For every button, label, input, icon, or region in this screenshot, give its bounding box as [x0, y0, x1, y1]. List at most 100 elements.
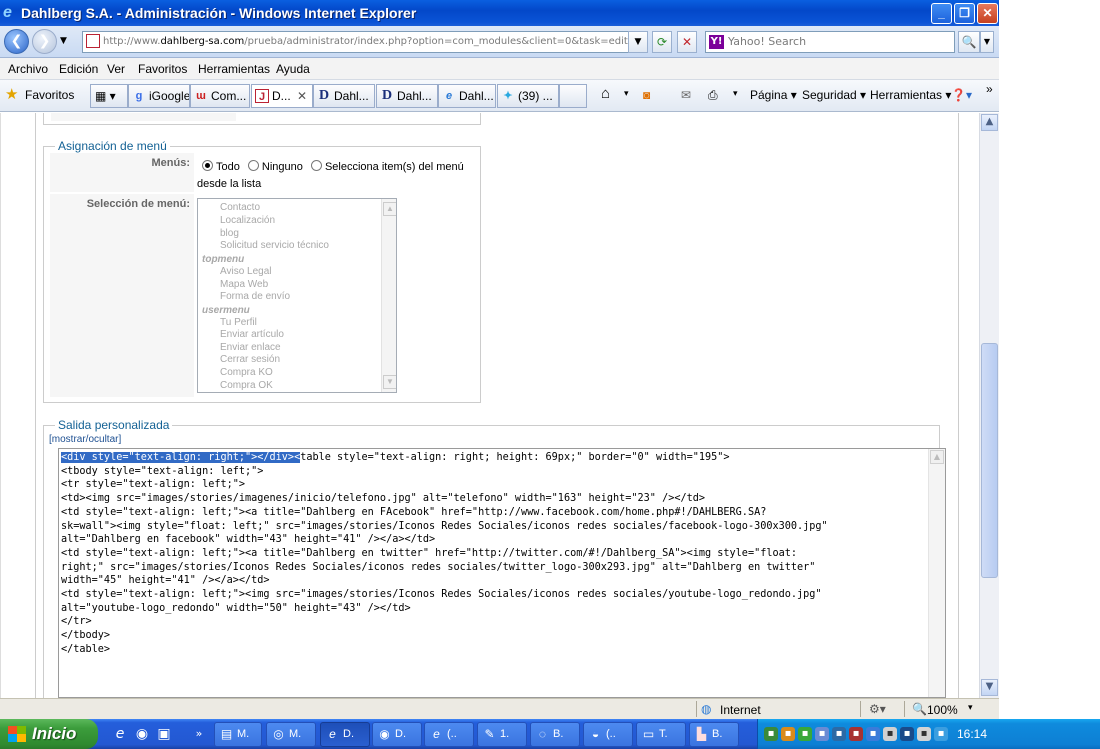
help-icon[interactable]: ❓▾ [951, 88, 972, 102]
home-dropdown-icon[interactable]: ▾ [624, 88, 629, 99]
tray-icon[interactable]: ▪ [917, 727, 931, 741]
list-item[interactable]: Compra OK [220, 380, 273, 391]
scroll-up-icon[interactable]: ▲ [383, 202, 396, 216]
tab-twitter[interactable]: ✦ (39) ... [497, 84, 559, 108]
list-item[interactable]: Forma de envío [220, 291, 290, 302]
tray-icon[interactable]: ▪ [815, 727, 829, 741]
tray-icon[interactable]: ▪ [764, 727, 778, 741]
tab-com[interactable]: ɯ Com... [190, 84, 250, 108]
task-button[interactable]: ◉ D. [372, 722, 422, 747]
tray-icon[interactable]: ▪ [866, 727, 880, 741]
address-dropdown-button[interactable]: ▼ [628, 31, 648, 53]
menu-ver[interactable]: Ver [107, 62, 125, 76]
close-tab-icon[interactable]: ✕ [297, 85, 307, 107]
print-dropdown-icon[interactable]: ▾ [733, 88, 738, 99]
menu-favoritos[interactable]: Favoritos [138, 62, 187, 76]
favorites-star-icon[interactable]: ★ [5, 87, 18, 102]
radio-select[interactable]: Selecciona item(s) del menú [310, 160, 464, 173]
address-input[interactable]: http://www.dahlberg-sa.com/prueba/admini… [82, 31, 646, 53]
list-item[interactable]: Contacto [220, 202, 260, 213]
quicklaunch-more-icon[interactable]: » [190, 725, 208, 743]
tray-icon[interactable]: ▪ [781, 727, 795, 741]
quick-tabs-button[interactable]: ▦ ▾ [90, 84, 128, 108]
search-options-icon[interactable]: ▼ [980, 31, 994, 53]
list-item[interactable]: Enviar enlace [220, 342, 281, 353]
tray-icon[interactable]: ▪ [849, 727, 863, 741]
list-item[interactable]: Enviar artículo [220, 329, 284, 340]
show-hide-toggle[interactable]: [mostrar/ocultar] [49, 434, 121, 445]
menu-archivo[interactable]: Archivo [8, 62, 48, 76]
task-button[interactable]: ◎ M. [266, 722, 316, 747]
scroll-up-icon[interactable]: ▲ [981, 114, 998, 131]
cmd-herramientas[interactable]: Herramientas ▾ [870, 88, 951, 102]
task-button[interactable]: ◌ B. [530, 722, 580, 747]
list-item[interactable]: Compra KO [220, 367, 273, 378]
print-icon[interactable]: ⎙ [708, 88, 718, 103]
cmd-pagina[interactable]: Página ▾ [750, 88, 797, 102]
menu-ayuda[interactable]: Ayuda [276, 62, 310, 76]
more-commands-icon[interactable]: » [986, 82, 993, 96]
zoom-dropdown-icon[interactable]: ▾ [968, 702, 973, 713]
list-scrollbar[interactable]: ▲ ▼ [381, 199, 396, 392]
list-item[interactable]: Mapa Web [220, 279, 268, 290]
list-item[interactable]: blog [220, 228, 239, 239]
search-input[interactable]: Y! Yahoo! Search [705, 31, 955, 53]
start-button[interactable]: Inicio [0, 719, 98, 749]
quicklaunch-app-icon[interactable]: ▣ [155, 725, 173, 743]
cmd-seguridad[interactable]: Seguridad ▾ [802, 88, 866, 102]
task-button[interactable]: ▭ T. [636, 722, 686, 747]
zoom-level[interactable]: 100% [927, 703, 958, 717]
menu-edicion[interactable]: Edición [59, 62, 98, 76]
task-button-active[interactable]: e D. [320, 722, 370, 747]
history-dropdown-icon[interactable]: ▼ [60, 36, 67, 46]
tab-dahlberg-1[interactable]: D Dahl... [313, 84, 375, 108]
stop-icon[interactable]: ✕ [677, 31, 697, 53]
tab-igoogle[interactable]: g iGoogle [128, 84, 190, 108]
back-button[interactable]: ❮ [4, 29, 29, 54]
quicklaunch-firefox-icon[interactable]: ◉ [133, 725, 151, 743]
menu-herramientas[interactable]: Herramientas [198, 62, 270, 76]
feeds-icon[interactable]: ◙ [643, 88, 650, 102]
task-button[interactable]: ✎ 1. [477, 722, 527, 747]
scroll-up-icon[interactable]: ▲ [930, 450, 944, 464]
forward-button[interactable]: ❯ [32, 29, 57, 54]
mail-icon[interactable]: ✉ [681, 88, 691, 102]
menu-selection-list[interactable]: Contacto Localización blog Solicitud ser… [197, 198, 397, 393]
list-item[interactable]: Solicitud servicio técnico [220, 240, 329, 251]
task-button[interactable]: ◒ (.. [583, 722, 633, 747]
scroll-down-icon[interactable]: ▼ [981, 679, 998, 696]
list-item[interactable]: Cerrar sesión [220, 354, 280, 365]
refresh-icon[interactable]: ⟳ [652, 31, 672, 53]
list-item[interactable]: Localización [220, 215, 275, 226]
tab-dahlberg-2[interactable]: D Dahl... [376, 84, 438, 108]
tray-icon[interactable]: ▪ [883, 727, 897, 741]
list-item[interactable]: Tu Perfil [220, 317, 257, 328]
scroll-thumb[interactable] [981, 343, 998, 578]
radio-all[interactable]: Todo [202, 160, 240, 173]
radio-none[interactable]: Ninguno [247, 160, 303, 173]
tab-admin-active[interactable]: J D... ✕ [251, 84, 313, 108]
favorites-label[interactable]: Favoritos [25, 88, 74, 102]
minimize-button[interactable]: _ [931, 3, 952, 24]
tray-icon[interactable]: ▪ [900, 727, 914, 741]
task-button[interactable]: ▙ B. [689, 722, 739, 747]
page-scrollbar[interactable]: ▲ ▼ [979, 113, 999, 698]
tray-icon[interactable]: ▪ [832, 727, 846, 741]
home-icon[interactable]: ⌂ [601, 85, 610, 102]
custom-output-textarea[interactable]: <div style="text-align: right;"></div><t… [58, 448, 946, 698]
quicklaunch-ie-icon[interactable]: e [111, 725, 129, 743]
maximize-button[interactable]: ❐ [954, 3, 975, 24]
editor-scrollbar[interactable]: ▲ [928, 449, 945, 697]
search-icon[interactable]: 🔍 [958, 31, 980, 53]
new-tab-button[interactable] [559, 84, 587, 108]
tray-icon[interactable]: ▪ [798, 727, 812, 741]
close-button[interactable]: ✕ [977, 3, 998, 24]
protected-mode-icon[interactable]: ⚙▾ [869, 702, 886, 716]
tab-dahlberg-3[interactable]: e Dahl... [438, 84, 496, 108]
list-item[interactable]: Aviso Legal [220, 266, 272, 277]
task-button[interactable]: e (.. [424, 722, 474, 747]
task-button[interactable]: ▤ M. [214, 722, 262, 747]
tray-icon[interactable]: ▪ [934, 727, 948, 741]
zoom-icon[interactable]: 🔍 [912, 702, 927, 716]
scroll-down-icon[interactable]: ▼ [383, 375, 396, 389]
